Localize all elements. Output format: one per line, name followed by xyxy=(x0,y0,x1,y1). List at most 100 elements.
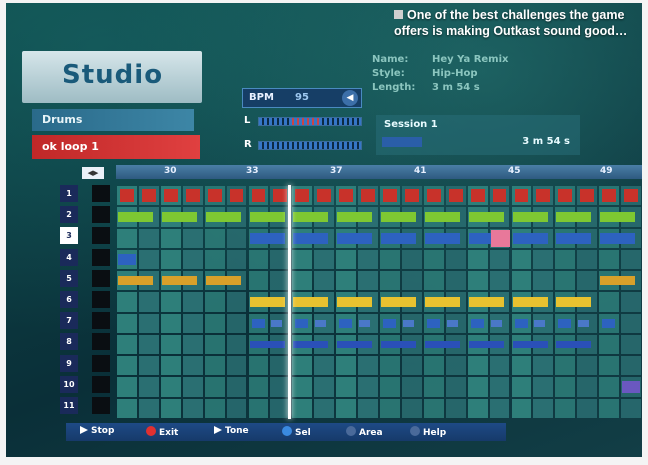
note-yellow[interactable] xyxy=(381,297,417,307)
note-purple[interactable] xyxy=(622,381,640,393)
grid-cell[interactable] xyxy=(117,334,137,355)
grid-cell[interactable] xyxy=(226,334,247,355)
grid-cell[interactable] xyxy=(511,271,532,291)
grid-cell[interactable] xyxy=(358,356,378,376)
note-blue[interactable] xyxy=(446,319,458,327)
grid-cell[interactable] xyxy=(160,334,181,355)
grid-cell[interactable] xyxy=(138,313,159,333)
grid-cell[interactable] xyxy=(445,398,466,418)
note-blue[interactable] xyxy=(514,318,528,328)
note-red[interactable] xyxy=(448,189,463,203)
note-green[interactable] xyxy=(337,212,373,222)
grid-cell[interactable] xyxy=(423,271,444,291)
grid-cell[interactable] xyxy=(138,249,159,270)
note-red[interactable] xyxy=(185,189,200,203)
grid-cell[interactable] xyxy=(380,271,400,291)
grid-cell[interactable] xyxy=(599,292,620,312)
note-yellow[interactable] xyxy=(424,297,460,307)
note-red[interactable] xyxy=(492,189,507,203)
grid-cell[interactable] xyxy=(577,249,598,270)
grid-cell[interactable] xyxy=(358,271,378,291)
track-label[interactable]: 5 xyxy=(60,269,78,287)
grid-cell[interactable] xyxy=(292,249,313,270)
grid-cell[interactable] xyxy=(599,334,620,355)
grid-cell[interactable] xyxy=(182,356,203,376)
grid-cell[interactable] xyxy=(336,398,357,418)
grid-cell[interactable] xyxy=(248,398,269,418)
grid-cell[interactable] xyxy=(467,249,488,270)
note-red[interactable] xyxy=(120,189,134,203)
note-navy[interactable] xyxy=(293,340,329,349)
track-label[interactable]: 11 xyxy=(60,397,78,414)
note-orange[interactable] xyxy=(118,276,154,286)
grid-cell[interactable] xyxy=(226,313,247,333)
grid-cell[interactable] xyxy=(358,398,378,418)
grid-cell[interactable] xyxy=(226,292,247,312)
note-blue[interactable] xyxy=(249,232,285,244)
grid-cell[interactable] xyxy=(182,313,203,333)
grid-cell[interactable] xyxy=(182,334,203,355)
grid-cell[interactable] xyxy=(314,271,335,291)
track-label[interactable]: 2 xyxy=(60,206,78,224)
grid-cell[interactable] xyxy=(226,398,247,418)
note-green[interactable] xyxy=(161,212,197,222)
note-blue[interactable] xyxy=(251,318,265,328)
grid-cell[interactable] xyxy=(489,271,510,291)
grid-cell[interactable] xyxy=(621,292,641,312)
grid-cell[interactable] xyxy=(314,249,335,270)
note-red[interactable] xyxy=(602,189,617,203)
note-red[interactable] xyxy=(251,189,266,203)
grid-cell[interactable] xyxy=(621,398,641,418)
note-green[interactable] xyxy=(249,212,285,222)
grid-cell[interactable] xyxy=(204,377,225,397)
note-red[interactable] xyxy=(207,189,222,203)
grid-cell[interactable] xyxy=(248,271,269,291)
grid-cell[interactable] xyxy=(204,228,225,248)
note-blue[interactable] xyxy=(578,319,590,327)
cursor-cell[interactable] xyxy=(490,229,511,247)
grid-cell[interactable] xyxy=(533,377,554,397)
grid-cell[interactable] xyxy=(467,356,488,376)
note-orange[interactable] xyxy=(600,276,636,286)
note-navy[interactable] xyxy=(556,340,592,349)
grid-cell[interactable] xyxy=(555,377,576,397)
grid-cell[interactable] xyxy=(182,398,203,418)
note-blue[interactable] xyxy=(295,318,309,328)
note-blue[interactable] xyxy=(118,253,136,266)
note-red[interactable] xyxy=(229,189,244,203)
note-orange[interactable] xyxy=(161,276,197,286)
note-red[interactable] xyxy=(361,189,375,203)
grid-cell[interactable] xyxy=(577,271,598,291)
track-label[interactable]: 10 xyxy=(60,375,78,393)
track-mute-cell[interactable] xyxy=(92,269,110,287)
grid-cell[interactable] xyxy=(380,356,400,376)
track-mute-cell[interactable] xyxy=(92,333,110,351)
note-navy[interactable] xyxy=(381,340,417,349)
grid-cell[interactable] xyxy=(182,228,203,248)
note-green[interactable] xyxy=(381,212,417,222)
grid-cell[interactable] xyxy=(380,377,400,397)
note-blue[interactable] xyxy=(271,319,283,327)
note-red[interactable] xyxy=(383,189,397,203)
note-blue[interactable] xyxy=(470,318,484,328)
grid-cell[interactable] xyxy=(292,398,313,418)
grid-cell[interactable] xyxy=(489,249,510,270)
note-red[interactable] xyxy=(514,189,529,203)
note-green[interactable] xyxy=(556,212,592,222)
note-red[interactable] xyxy=(273,189,288,203)
track-label[interactable]: 9 xyxy=(60,354,78,372)
grid-cell[interactable] xyxy=(423,249,444,270)
grid-cell[interactable] xyxy=(226,228,247,248)
note-blue[interactable] xyxy=(426,318,440,328)
grid-cell[interactable] xyxy=(555,271,576,291)
grid-cell[interactable] xyxy=(533,356,554,376)
note-yellow[interactable] xyxy=(337,297,373,307)
note-blue[interactable] xyxy=(339,318,353,328)
grid-cell[interactable] xyxy=(138,398,159,418)
grid-cell[interactable] xyxy=(467,377,488,397)
grid-cell[interactable] xyxy=(555,249,576,270)
playhead[interactable] xyxy=(288,185,291,419)
grid-cell[interactable] xyxy=(314,398,335,418)
grid-cell[interactable] xyxy=(467,398,488,418)
note-blue[interactable] xyxy=(490,319,502,327)
